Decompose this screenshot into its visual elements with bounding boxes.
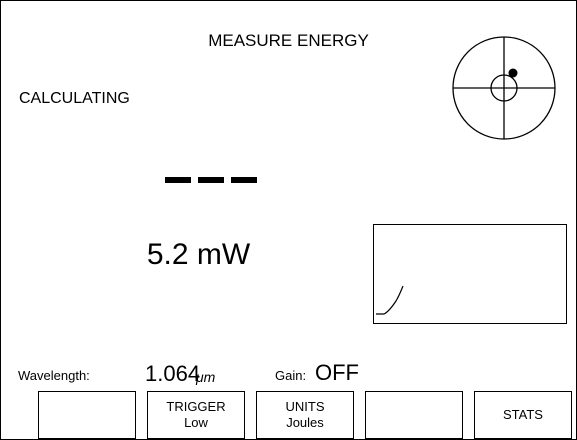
units-softkey-label: UNITS: [285, 399, 325, 414]
meter-screen: MEASURE ENERGY CALCULATING 5.2 mW Wavele…: [0, 0, 577, 440]
wavelength-value: 1.064: [145, 361, 201, 386]
trigger-softkey-label: TRIGGER: [166, 399, 226, 414]
gain-label: Gain:: [275, 368, 307, 383]
measurement-reading: 5.2 mW: [146, 238, 251, 271]
wavelength-label: Wavelength:: [18, 368, 90, 383]
trend-graph: [373, 224, 567, 324]
trigger-softkey[interactable]: TRIGGER Low: [147, 391, 245, 439]
dash-placeholder-icon: [165, 177, 259, 185]
target-reticle-icon: [450, 34, 558, 142]
softkey-4[interactable]: [365, 391, 463, 439]
softkey-bar: TRIGGER Low UNITS Joules STATS: [24, 390, 572, 439]
units-softkey[interactable]: UNITS Joules: [256, 391, 354, 439]
gain-value: OFF: [315, 360, 359, 385]
trigger-softkey-value: Low: [184, 415, 208, 430]
softkey-1[interactable]: [38, 391, 136, 439]
units-softkey-value: Joules: [286, 415, 324, 430]
wavelength-unit: μm: [196, 369, 216, 385]
stats-softkey[interactable]: STATS: [474, 391, 572, 439]
stats-softkey-label: STATS: [503, 407, 543, 422]
status-text: CALCULATING: [19, 90, 130, 107]
